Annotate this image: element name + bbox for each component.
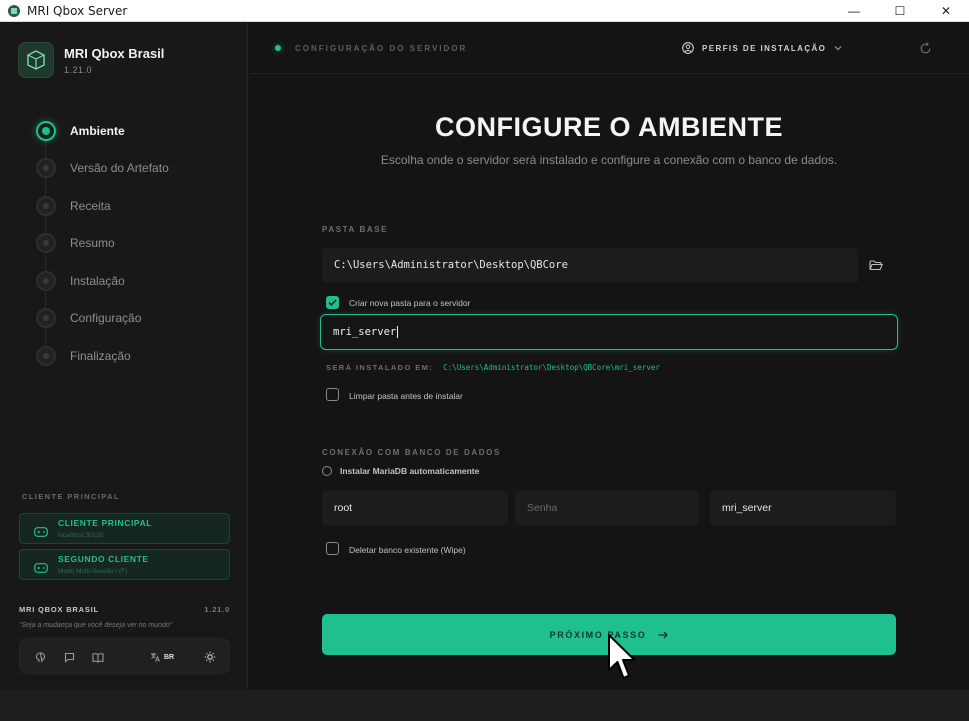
client-card-segundo[interactable]: SEGUNDO CLIENTE Modo Multi-Sessão / (F)	[19, 549, 230, 580]
db-password-input[interactable]: Senha	[515, 491, 699, 525]
install-path-value: C:\Users\Administrator\Desktop\QBCore\mr…	[443, 363, 660, 372]
brand-version: 1.21.0	[64, 64, 93, 75]
step-list: Ambiente Versão do Artefato Receita Resu…	[36, 112, 169, 375]
create-folder-checkbox[interactable]	[326, 296, 339, 309]
gamepad-icon	[34, 524, 48, 537]
wipe-db-checkbox[interactable]	[326, 542, 339, 555]
language-code: BR	[164, 653, 175, 661]
base-folder-value: C:\Users\Administrator\Desktop\QBCore	[334, 259, 568, 271]
desktop-strip	[0, 690, 969, 721]
book-icon[interactable]	[91, 650, 105, 664]
sun-icon[interactable]	[203, 650, 217, 664]
step-receita[interactable]: Receita	[36, 187, 169, 225]
step-label: Receita	[70, 198, 111, 213]
clean-folder-checkbox[interactable]	[326, 388, 339, 401]
footer-version: 1.21.0	[204, 605, 230, 614]
step-resumo[interactable]: Resumo	[36, 225, 169, 263]
client-subtitle: localhost:30120	[58, 532, 104, 539]
step-label: Finalização	[70, 348, 131, 363]
db-user-value: root	[334, 502, 353, 514]
refresh-icon[interactable]	[919, 42, 932, 60]
db-name-value: mri_server	[722, 502, 772, 514]
folder-open-icon[interactable]	[858, 250, 894, 280]
text-caret	[397, 326, 399, 338]
step-instalacao[interactable]: Instalação	[36, 262, 169, 300]
mouse-cursor-icon	[608, 634, 636, 685]
step-label: Configuração	[70, 311, 142, 326]
step-indicator	[36, 158, 56, 179]
step-indicator	[36, 195, 56, 216]
step-label: Resumo	[70, 236, 115, 251]
step-indicator	[36, 233, 56, 254]
base-folder-label: PASTA BASE	[322, 225, 389, 234]
folder-name-input[interactable]: mri_server	[320, 314, 898, 350]
user-circle-icon	[682, 42, 694, 54]
main-topbar: CONFIGURAÇÃO DO SERVIDOR PERFIS DE INSTA…	[249, 22, 969, 74]
step-configuracao[interactable]: Configuração	[36, 300, 169, 338]
db-name-input[interactable]: mri_server	[710, 491, 896, 525]
chevron-down-icon	[834, 46, 842, 51]
client-name: SEGUNDO CLIENTE	[58, 554, 149, 564]
language-toggle[interactable]: BR	[150, 650, 180, 664]
step-versao-artefato[interactable]: Versão do Artefato	[36, 150, 169, 188]
footer-brand: MRI QBOX BRASIL 1.21.0 "Seja a mudança q…	[19, 605, 230, 629]
install-mariadb-label[interactable]: Instalar MariaDB automaticamente	[340, 466, 479, 476]
app-icon	[7, 4, 21, 18]
step-indicator	[36, 270, 56, 291]
sidebar: MRI Qbox Brasil 1.21.0 Ambiente Versão d…	[0, 22, 248, 690]
profiles-label: PERFIS DE INSTALAÇÃO	[702, 43, 827, 53]
step-indicator	[36, 308, 56, 329]
folder-name-value: mri_server	[333, 326, 397, 338]
translate-icon	[151, 653, 160, 662]
install-path-preview: SERÁ INSTALADO EM: C:\Users\Administrato…	[326, 363, 660, 372]
client-subtitle: Modo Multi-Sessão / (F)	[58, 568, 128, 575]
database-section-label: CONEXÃO COM BANCO DE DADOS	[322, 448, 501, 457]
footer-brand-name: MRI QBOX BRASIL	[19, 605, 99, 614]
check-icon	[328, 299, 337, 306]
window-controls: — ☐ ✕	[831, 0, 969, 22]
app-window: MRI Qbox Brasil 1.21.0 Ambiente Versão d…	[0, 22, 969, 690]
profiles-dropdown[interactable]: PERFIS DE INSTALAÇÃO	[682, 42, 842, 54]
brand-name: MRI Qbox Brasil	[64, 45, 165, 61]
chat-icon[interactable]	[62, 650, 76, 664]
db-user-input[interactable]: root	[322, 491, 508, 525]
topbar-title: CONFIGURAÇÃO DO SERVIDOR	[295, 44, 468, 53]
clients-heading: CLIENTE PRINCIPAL	[22, 492, 120, 501]
clean-folder-label[interactable]: Limpar pasta antes de instalar	[349, 391, 463, 401]
step-label: Ambiente	[70, 123, 125, 138]
step-label: Instalação	[70, 273, 125, 288]
client-name: CLIENTE PRINCIPAL	[58, 518, 153, 528]
step-ambiente[interactable]: Ambiente	[36, 112, 169, 150]
wipe-db-label[interactable]: Deletar banco existente (Wipe)	[349, 545, 466, 555]
gamepad-icon	[34, 560, 48, 573]
github-icon[interactable]	[33, 650, 47, 664]
client-card-principal[interactable]: CLIENTE PRINCIPAL localhost:30120	[19, 513, 230, 544]
db-password-placeholder: Senha	[527, 502, 558, 514]
window-titlebar: MRI Qbox Server — ☐ ✕	[0, 0, 969, 22]
install-mariadb-toggle[interactable]	[322, 466, 332, 476]
maximize-button[interactable]: ☐	[877, 0, 923, 22]
step-indicator	[36, 345, 56, 366]
arrow-right-icon	[658, 631, 669, 638]
window-title: MRI Qbox Server	[27, 3, 128, 18]
minimize-button[interactable]: —	[831, 0, 877, 22]
step-label: Versão do Artefato	[70, 161, 169, 176]
main-panel: CONFIGURAÇÃO DO SERVIDOR PERFIS DE INSTA…	[249, 22, 969, 690]
page-subtitle: Escolha onde o servidor será instalado e…	[380, 153, 838, 167]
create-folder-label[interactable]: Criar nova pasta para o servidor	[349, 298, 470, 308]
close-button[interactable]: ✕	[923, 0, 969, 22]
install-path-label: SERÁ INSTALADO EM:	[326, 363, 434, 372]
page-title: CONFIGURE O AMBIENTE	[434, 112, 783, 142]
box-logo-icon	[18, 42, 54, 78]
step-finalizacao[interactable]: Finalização	[36, 337, 169, 375]
footer-quote: "Seja a mudança que você deseja ver no m…	[19, 622, 173, 629]
status-dot	[275, 45, 281, 51]
step-indicator	[36, 120, 56, 141]
footer-toolbar: BR	[19, 638, 230, 674]
base-folder-input[interactable]: C:\Users\Administrator\Desktop\QBCore	[322, 248, 858, 282]
brand: MRI Qbox Brasil 1.21.0	[18, 42, 164, 78]
